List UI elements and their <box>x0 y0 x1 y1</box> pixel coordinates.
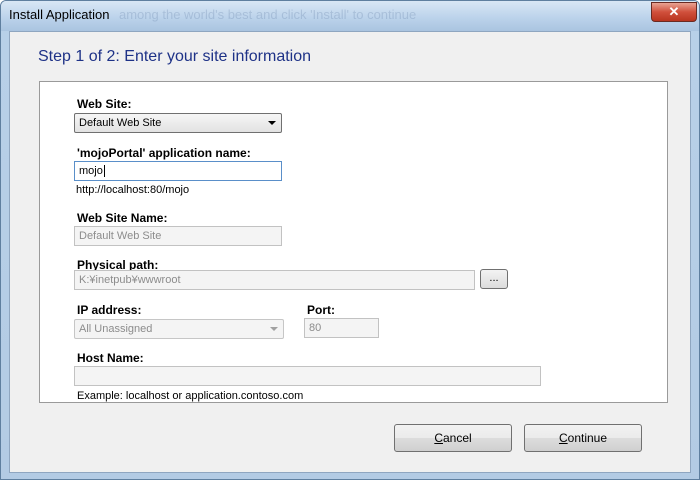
continue-mnemonic: C <box>558 431 568 445</box>
continue-label-rest: ontinue <box>567 431 608 445</box>
ip-address-dropdown[interactable]: All Unassigned <box>74 319 284 339</box>
continue-button[interactable]: Continue <box>524 424 642 452</box>
web-site-dropdown[interactable]: Default Web Site <box>74 113 282 133</box>
app-name-input[interactable]: mojo <box>74 161 282 181</box>
app-url-preview: http://localhost:80/mojo <box>76 184 190 196</box>
cancel-label-rest: ancel <box>442 431 472 445</box>
web-site-selected-value: Default Web Site <box>79 117 162 129</box>
host-name-label: Host Name: <box>77 351 144 365</box>
host-name-example: Example: localhost or application.contos… <box>77 390 304 402</box>
app-name-value: mojo <box>79 165 103 177</box>
close-icon: ✕ <box>668 4 680 19</box>
web-site-label: Web Site: <box>77 97 132 111</box>
app-name-label: 'mojoPortal' application name: <box>77 146 251 160</box>
port-label: Port: <box>307 303 335 317</box>
step-title: Step 1 of 2: Enter your site information <box>38 48 312 65</box>
close-button[interactable]: ✕ <box>651 2 697 22</box>
window-title: Install Application <box>9 7 110 22</box>
host-name-input[interactable] <box>74 366 541 386</box>
port-input[interactable]: 80 <box>304 318 379 338</box>
install-application-window: Install Application among the world's be… <box>0 0 700 480</box>
browse-button[interactable]: ... <box>480 269 508 289</box>
text-caret <box>103 165 105 178</box>
chevron-down-icon <box>270 327 278 331</box>
web-site-name-value: Default Web Site <box>79 230 162 242</box>
title-overlay-text: among the world's best and click 'Instal… <box>119 7 417 22</box>
physical-path-value: K:¥inetpub¥wwwroot <box>79 274 181 286</box>
port-value: 80 <box>309 322 322 334</box>
title-bar[interactable]: Install Application among the world's be… <box>1 1 699 31</box>
cancel-mnemonic: C <box>434 431 443 445</box>
dialog-client-area: Step 1 of 2: Enter your site information… <box>9 31 691 473</box>
cancel-button[interactable]: Cancel <box>394 424 512 452</box>
web-site-name-input[interactable]: Default Web Site <box>74 226 282 246</box>
physical-path-input[interactable]: K:¥inetpub¥wwwroot <box>74 270 475 290</box>
ip-address-label: IP address: <box>77 303 142 317</box>
chevron-down-icon <box>268 121 276 125</box>
ip-address-value: All Unassigned <box>79 323 153 335</box>
site-info-panel: Web Site: Default Web Site 'mojoPortal' … <box>39 81 668 403</box>
web-site-name-label: Web Site Name: <box>77 211 168 225</box>
